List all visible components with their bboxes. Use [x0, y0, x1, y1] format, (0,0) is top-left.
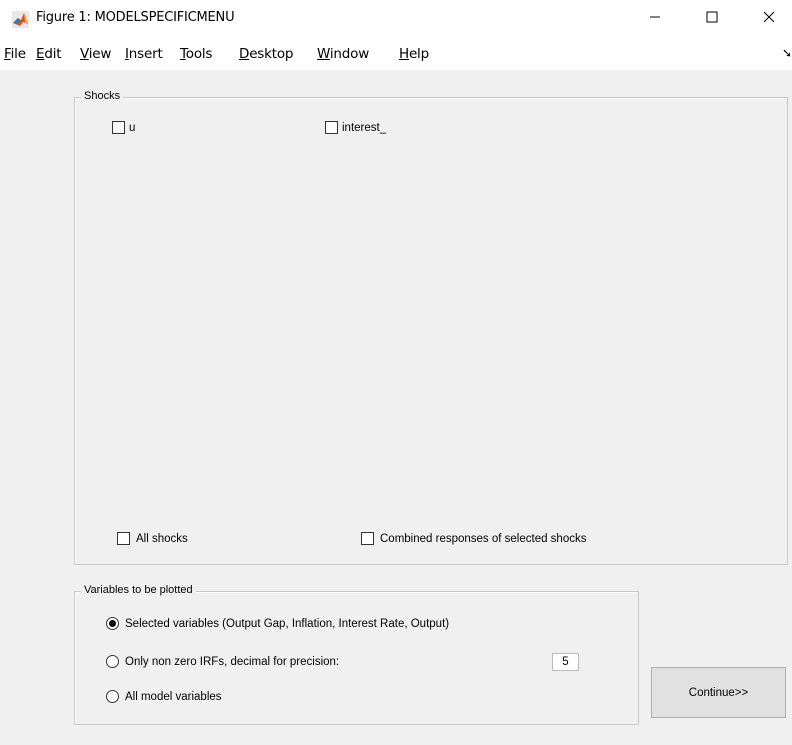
maximize-button[interactable]: [689, 0, 735, 34]
matlab-icon: [12, 11, 29, 28]
checkbox-box[interactable]: [112, 121, 125, 134]
shock-checkbox-u[interactable]: u: [112, 121, 135, 134]
checkbox-box[interactable]: [117, 532, 130, 545]
all-shocks-checkbox[interactable]: All shocks: [117, 532, 188, 545]
radio-circle[interactable]: [106, 690, 119, 703]
radio-selected-variables[interactable]: Selected variables (Output Gap, Inflatio…: [106, 617, 449, 630]
menu-bar: File Edit View Insert Tools Desktop Wind…: [0, 38, 792, 70]
menu-help[interactable]: Help: [399, 46, 429, 62]
menu-file-key: F: [4, 46, 11, 62]
radio-circle[interactable]: [106, 655, 119, 668]
menu-view-key: V: [80, 46, 89, 62]
menu-help-key: H: [399, 46, 409, 62]
minimize-button[interactable]: [632, 0, 678, 34]
precision-field[interactable]: 5: [552, 653, 579, 671]
window-title: Figure 1: MODELSPECIFICMENU: [36, 10, 235, 25]
menu-tools[interactable]: Tools: [180, 46, 212, 62]
menu-desktop[interactable]: Desktop: [239, 46, 293, 62]
continue-button-label: Continue>>: [688, 686, 749, 699]
continue-button[interactable]: Continue>>: [651, 667, 786, 718]
radio-all-model-variables[interactable]: All model variables: [106, 690, 222, 703]
menu-edit-key: E: [36, 46, 45, 62]
menu-window-key: W: [317, 46, 330, 62]
radio-all-model-variables-label: All model variables: [125, 690, 222, 703]
menu-desktop-key: D: [239, 46, 250, 62]
radio-circle[interactable]: [106, 617, 119, 630]
menu-window[interactable]: Window: [317, 46, 369, 62]
radio-nonzero-irfs[interactable]: Only non zero IRFs, decimal for precisio…: [106, 655, 339, 668]
shock-label-interest: interest_: [342, 121, 387, 134]
menu-edit[interactable]: Edit: [36, 46, 62, 62]
menu-insert-key: I: [125, 46, 129, 62]
shock-label-u: u: [129, 121, 136, 134]
menu-tools-key: T: [180, 46, 186, 62]
shocks-panel-title: Shocks: [81, 90, 124, 102]
variables-panel-title: Variables to be plotted: [81, 584, 196, 596]
shock-checkbox-interest[interactable]: interest_: [325, 121, 386, 134]
combined-responses-label: Combined responses of selected shocks: [380, 532, 587, 545]
combined-responses-checkbox[interactable]: Combined responses of selected shocks: [361, 532, 586, 545]
shocks-panel: Shocks: [74, 90, 788, 565]
radio-selected-variables-label: Selected variables (Output Gap, Inflatio…: [125, 617, 450, 630]
checkbox-box[interactable]: [325, 121, 338, 134]
minimize-icon: [650, 16, 660, 18]
menu-file[interactable]: File: [4, 46, 26, 62]
close-button[interactable]: [746, 0, 792, 34]
menu-view[interactable]: View: [80, 46, 111, 62]
radio-nonzero-irfs-label: Only non zero IRFs, decimal for precisio…: [125, 655, 340, 668]
close-icon: [763, 11, 775, 23]
checkbox-box[interactable]: [361, 532, 374, 545]
title-bar: Figure 1: MODELSPECIFICMENU: [0, 0, 792, 38]
all-shocks-label: All shocks: [136, 532, 188, 545]
menu-insert[interactable]: Insert: [125, 46, 163, 62]
menu-overflow-arrow-icon[interactable]: ➘: [782, 46, 792, 60]
maximize-icon: [706, 11, 718, 23]
